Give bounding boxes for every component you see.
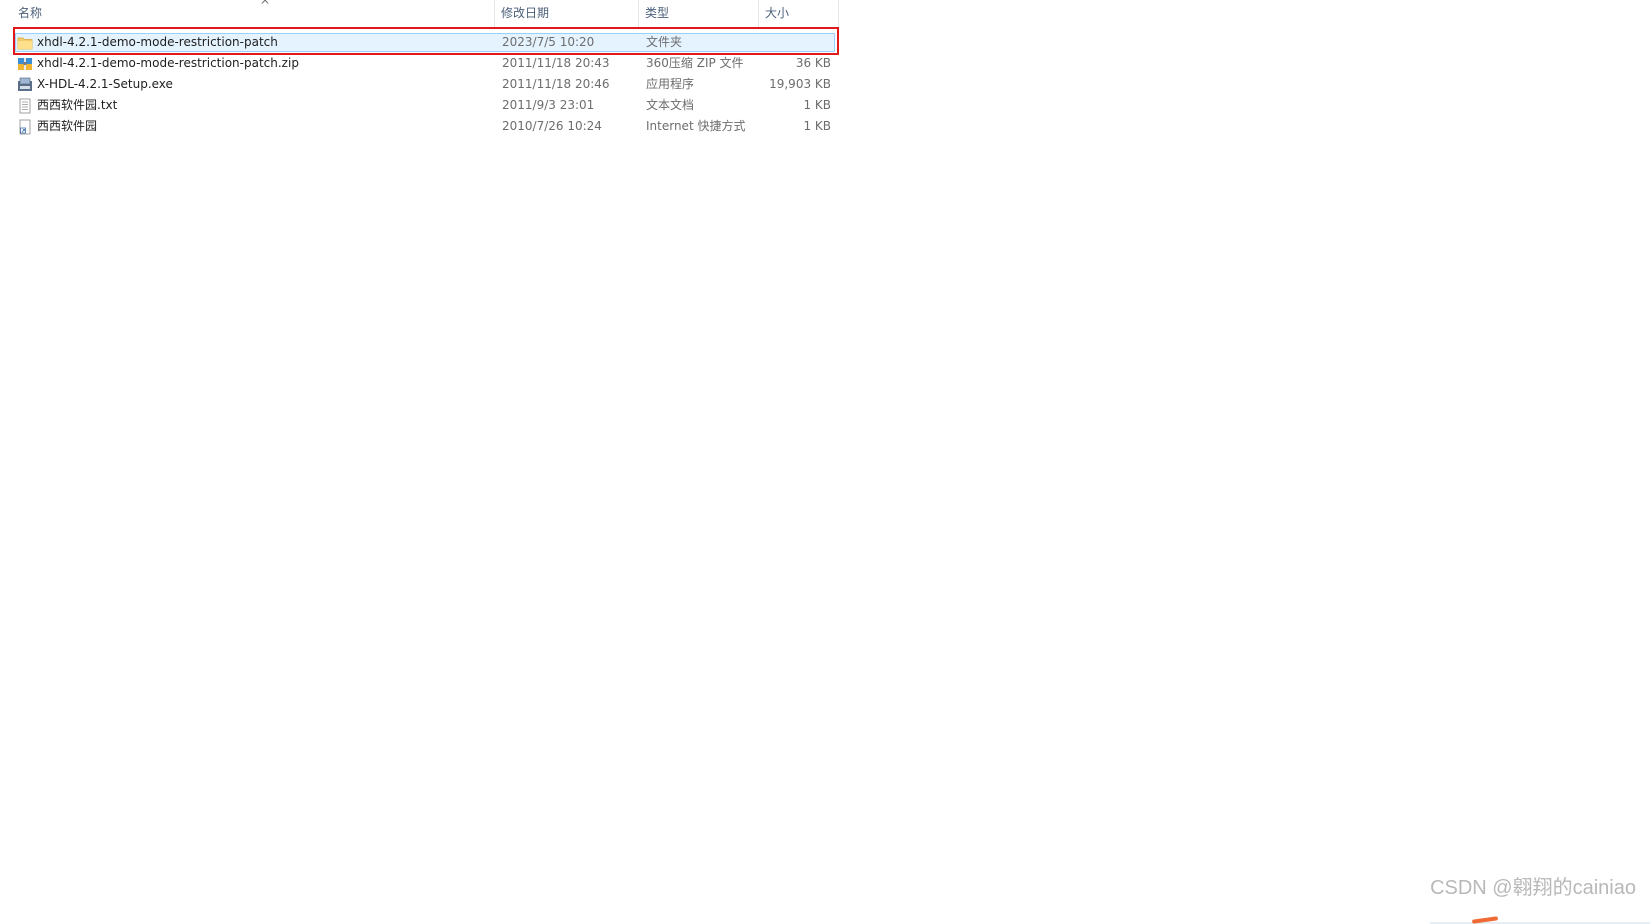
text-document-icon — [19, 98, 31, 114]
watermark-text: CSDN @翱翔的cainiao — [1430, 877, 1636, 899]
column-header-bar: 名称 ^ 修改日期 类型 大小 — [0, 0, 842, 29]
file-date: 2011/11/18 20:46 — [502, 77, 610, 91]
column-header-size[interactable]: 大小 — [759, 0, 839, 29]
file-size: 19,903 KB — [769, 77, 831, 91]
file-name: 西西软件园.txt — [37, 98, 118, 112]
file-name: xhdl-4.2.1-demo-mode-restriction-patch — [37, 35, 278, 49]
file-date: 2023/7/5 10:20 — [502, 35, 595, 49]
internet-shortcut-icon — [19, 119, 31, 135]
column-header-date[interactable]: 修改日期 — [495, 0, 639, 29]
folder-icon — [17, 37, 33, 50]
file-type: Internet 快捷方式 — [646, 119, 746, 133]
setup-exe-icon — [18, 77, 32, 91]
file-size: 1 KB — [803, 119, 831, 133]
file-row-zip[interactable]: xhdl-4.2.1-demo-mode-restriction-patch.z… — [13, 53, 839, 74]
column-header-name[interactable]: 名称 ^ — [12, 0, 495, 29]
file-row-exe[interactable]: X-HDL-4.2.1-Setup.exe 2011/11/18 20:46 应… — [13, 74, 839, 95]
file-name: X-HDL-4.2.1-Setup.exe — [37, 77, 173, 91]
column-date-label: 修改日期 — [501, 6, 550, 20]
column-type-label: 类型 — [645, 6, 670, 20]
file-row-folder[interactable]: xhdl-4.2.1-demo-mode-restriction-patch 2… — [13, 32, 839, 53]
sort-ascending-icon: ^ — [260, 0, 271, 12]
file-type: 文件夹 — [646, 35, 683, 49]
file-type: 文本文档 — [646, 98, 695, 112]
file-size: 36 KB — [795, 56, 831, 70]
column-header-type[interactable]: 类型 — [639, 0, 759, 29]
column-divider[interactable] — [838, 0, 839, 29]
file-date: 2011/11/18 20:43 — [502, 56, 610, 70]
column-name-label: 名称 — [18, 6, 43, 20]
zip-archive-icon — [18, 58, 32, 70]
file-row-url[interactable]: 西西软件园 2010/7/26 10:24 Internet 快捷方式 1 KB — [13, 116, 839, 137]
file-type: 应用程序 — [646, 77, 695, 91]
file-list-view: 名称 ^ 修改日期 类型 大小 xhdl-4.2.1-demo-mode-res… — [0, 0, 842, 135]
column-size-label: 大小 — [765, 6, 790, 20]
file-date: 2010/7/26 10:24 — [502, 119, 602, 133]
file-size: 1 KB — [803, 98, 831, 112]
file-name: 西西软件园 — [37, 119, 98, 133]
file-type: 360压缩 ZIP 文件 — [646, 56, 744, 70]
file-name: xhdl-4.2.1-demo-mode-restriction-patch.z… — [37, 56, 299, 70]
file-row-txt[interactable]: 西西软件园.txt 2011/9/3 23:01 文本文档 1 KB — [13, 95, 839, 116]
file-date: 2011/9/3 23:01 — [502, 98, 595, 112]
